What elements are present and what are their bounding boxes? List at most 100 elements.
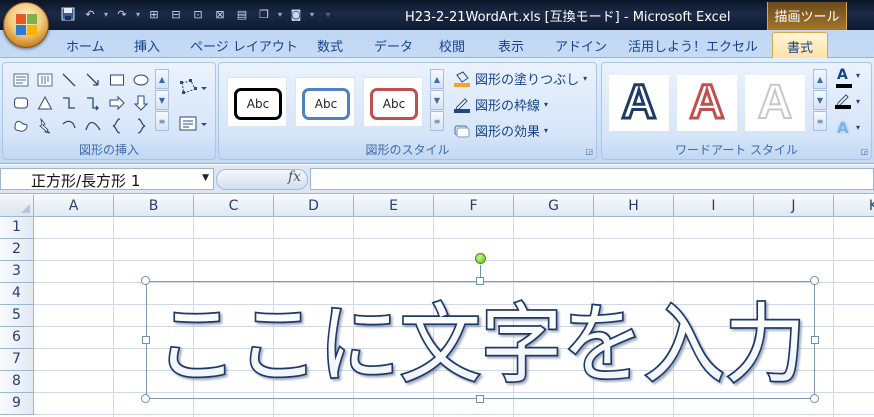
copy-icon[interactable]: ❐ [254, 5, 274, 23]
row-header-2[interactable]: 2 [0, 239, 34, 261]
tab-excel-tips[interactable]: 活用しよう！エクセル [628, 36, 758, 55]
text-effects-icon[interactable]: A ▾ [834, 119, 864, 141]
row-header-4[interactable]: 4 [0, 283, 34, 305]
row-header-6[interactable]: 6 [0, 327, 34, 349]
resize-handle-left[interactable] [142, 336, 150, 344]
redo-dropdown-icon[interactable]: ▾ [134, 10, 142, 19]
select-all-button[interactable] [0, 195, 34, 217]
column-header-k[interactable]: K [834, 195, 874, 217]
resize-handle-bottom-left[interactable] [141, 394, 150, 403]
oval-icon[interactable] [129, 68, 153, 91]
shape-effects-button[interactable]: 図形の効果 ▾ [453, 121, 548, 140]
textbox-icon[interactable] [9, 68, 33, 91]
tab-view[interactable]: 表示 [498, 36, 524, 55]
shape-styles-more-icon[interactable]: ≡ [430, 111, 444, 131]
text-outline-icon[interactable]: ▾ [834, 93, 864, 115]
rounded-rectangle-icon[interactable] [9, 91, 33, 114]
elbow-arrow-connector-icon[interactable] [81, 91, 105, 114]
office-button[interactable] [3, 2, 49, 48]
distribute-icon[interactable]: ⊟ [166, 5, 186, 23]
elbow-connector-icon[interactable] [57, 91, 81, 114]
row-header-5[interactable]: 5 [0, 305, 34, 327]
copy-dropdown-icon[interactable]: ▾ [276, 10, 284, 19]
shapes-scroll-up-icon[interactable]: ▲ [155, 69, 169, 89]
column-header-b[interactable]: B [114, 195, 194, 217]
column-header-d[interactable]: D [274, 195, 354, 217]
column-header-i[interactable]: I [674, 195, 754, 217]
shape-styles-scroll-down-icon[interactable]: ▼ [430, 90, 444, 110]
ungroup-icon[interactable]: ⊠ [210, 5, 230, 23]
row-header-9[interactable]: 9 [0, 393, 34, 415]
tab-review[interactable]: 校閲 [439, 36, 465, 55]
textbox-edit-icon[interactable] [179, 115, 209, 133]
resize-handle-top-left[interactable] [141, 276, 150, 285]
right-arrow-icon[interactable] [105, 91, 129, 114]
wordart-scroll-up-icon[interactable]: ▲ [813, 69, 827, 89]
tab-insert[interactable]: 挿入 [134, 36, 160, 55]
resize-handle-top-right[interactable] [810, 276, 819, 285]
rectangle-icon[interactable] [105, 68, 129, 91]
undo-icon[interactable]: ↶ [80, 5, 100, 23]
redo-icon[interactable]: ↷ [112, 5, 132, 23]
curve-icon[interactable] [81, 114, 105, 137]
triangle-icon[interactable] [33, 91, 57, 114]
column-header-a[interactable]: A [34, 195, 114, 217]
tab-formulas[interactable]: 数式 [317, 36, 343, 55]
shapes-scroll-down-icon[interactable]: ▼ [155, 90, 169, 110]
column-header-e[interactable]: E [354, 195, 434, 217]
left-brace-icon[interactable] [105, 114, 129, 137]
camera-dropdown-icon[interactable]: ▾ [308, 10, 316, 19]
group-icon[interactable]: ⊡ [188, 5, 208, 23]
wordart-scroll-down-icon[interactable]: ▼ [813, 90, 827, 110]
line-icon[interactable] [57, 68, 81, 91]
shapes-more-icon[interactable]: ≡ [155, 111, 169, 131]
row-header-8[interactable]: 8 [0, 371, 34, 393]
tab-format[interactable]: 書式 [772, 32, 829, 59]
column-header-c[interactable]: C [194, 195, 274, 217]
formula-input[interactable] [310, 168, 874, 190]
tab-page-layout[interactable]: ページ レイアウト [190, 36, 298, 55]
camera-icon[interactable]: ◙ [286, 5, 306, 23]
arc-icon[interactable] [57, 114, 81, 137]
right-brace-icon[interactable] [129, 114, 153, 137]
wordart-style-white[interactable]: A [745, 75, 805, 131]
resize-handle-bottom[interactable] [476, 395, 484, 403]
down-arrow-icon[interactable] [129, 91, 153, 114]
column-header-h[interactable]: H [594, 195, 674, 217]
wordart-shape[interactable]: ここに文字を入力 [146, 281, 815, 399]
wordart-style-blue-outline[interactable]: A [609, 75, 669, 131]
edit-shape-icon[interactable] [179, 79, 209, 97]
resize-handle-right[interactable] [811, 336, 819, 344]
shape-style-blue[interactable]: Abc [295, 77, 355, 127]
column-header-j[interactable]: J [754, 195, 834, 217]
rotation-handle[interactable] [475, 253, 486, 264]
column-header-f[interactable]: F [434, 195, 514, 217]
wordart-more-icon[interactable]: ≡ [813, 111, 827, 131]
wordart-style-red-outline[interactable]: A [677, 75, 737, 131]
undo-dropdown-icon[interactable]: ▾ [102, 10, 110, 19]
tab-home[interactable]: ホーム [66, 36, 105, 55]
name-box[interactable]: 正方形/長方形 1 ▼ [0, 168, 214, 190]
row-header-7[interactable]: 7 [0, 349, 34, 371]
save-icon[interactable] [58, 5, 78, 23]
text-fill-icon[interactable]: A ▾ [834, 67, 864, 89]
row-header-3[interactable]: 3 [0, 261, 34, 283]
tab-addins[interactable]: アドイン [555, 36, 607, 55]
freeform-icon[interactable] [9, 114, 33, 137]
shape-fill-button[interactable]: 図形の塗りつぶし ▾ [453, 69, 587, 88]
resize-handle-bottom-right[interactable] [810, 394, 819, 403]
lightning-icon[interactable] [33, 114, 57, 137]
shape-styles-scroll-up-icon[interactable]: ▲ [430, 69, 444, 89]
align-icon[interactable]: ⊞ [144, 5, 164, 23]
shape-style-red[interactable]: Abc [363, 77, 423, 127]
insert-function-icon[interactable]: fx [288, 169, 301, 185]
shape-style-black[interactable]: Abc [227, 77, 287, 127]
print-preview-icon[interactable]: ▤ [232, 5, 252, 23]
resize-handle-top[interactable] [476, 277, 484, 285]
row-header-1[interactable]: 1 [0, 217, 34, 239]
tab-data[interactable]: データ [374, 36, 413, 55]
shape-outline-button[interactable]: 図形の枠線 ▾ [453, 95, 548, 114]
column-header-g[interactable]: G [514, 195, 594, 217]
vertical-textbox-icon[interactable] [33, 68, 57, 91]
arrow-line-icon[interactable] [81, 68, 105, 91]
